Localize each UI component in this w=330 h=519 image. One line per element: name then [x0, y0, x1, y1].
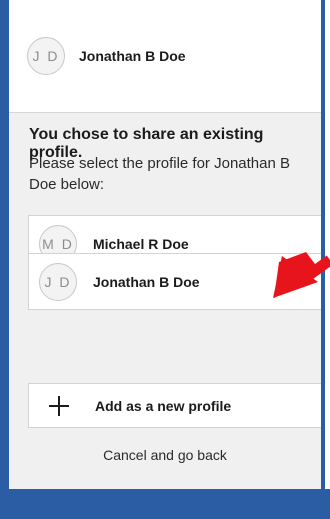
current-profile-name: Jonathan B Doe [79, 48, 186, 64]
window-edge [321, 0, 330, 489]
profile-option-name: Jonathan B Doe [93, 273, 200, 290]
profile-option-name: Michael R Doe [93, 235, 189, 252]
plus-icon [49, 395, 69, 416]
profile-selection-panel: J D Jonathan B Doe You chose to share an… [9, 0, 321, 489]
avatar: J D [39, 262, 77, 301]
add-new-profile-label: Add as a new profile [95, 397, 232, 414]
edge-line [321, 0, 325, 489]
cancel-link[interactable]: Cancel and go back [9, 447, 321, 463]
profile-option-jonathan[interactable]: J D Jonathan B Doe [28, 253, 321, 310]
add-new-profile-button[interactable]: Add as a new profile [28, 383, 321, 428]
instruction-text: Please select the profile for Jonathan B… [29, 155, 290, 193]
current-profile-card: J D Jonathan B Doe [9, 0, 321, 113]
avatar: J D [27, 37, 65, 75]
